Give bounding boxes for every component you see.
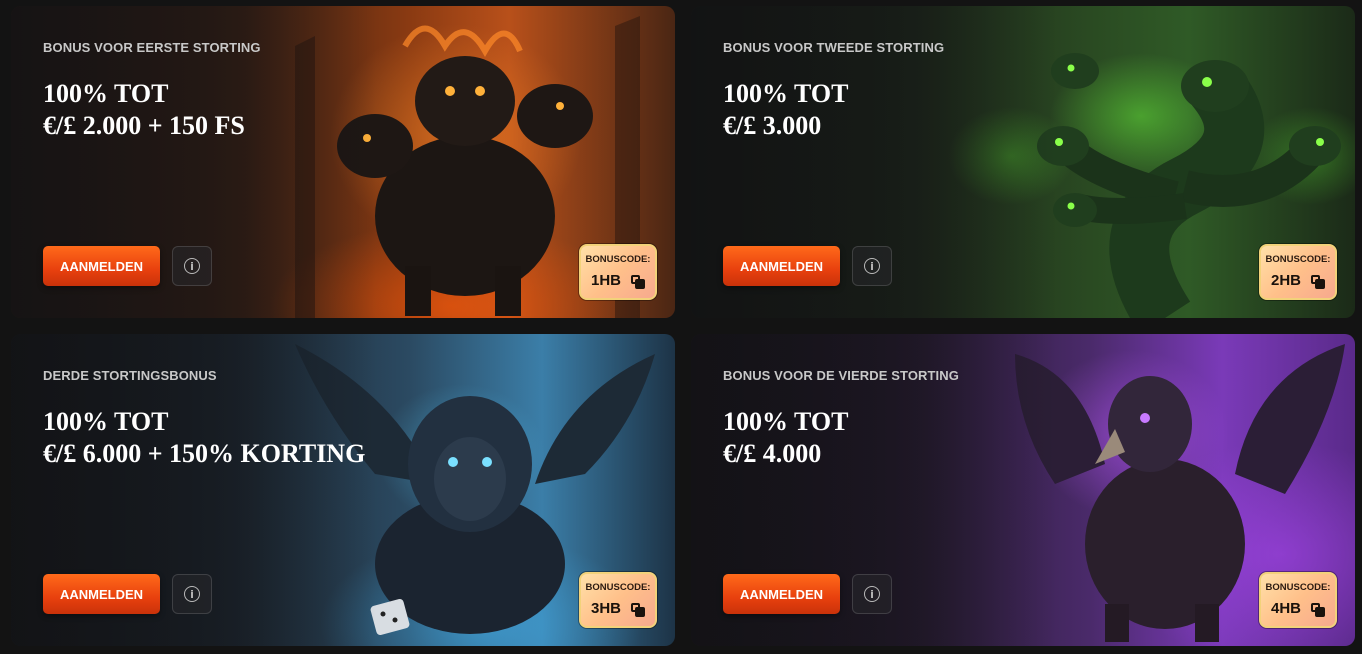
bonus-code-badge[interactable]: BONUSCODE: 3HB <box>579 572 657 628</box>
bonus-code-badge[interactable]: BONUSCODE: 4HB <box>1259 572 1337 628</box>
card-headline: 100% TOT €/£ 2.000 + 150 FS <box>43 78 245 142</box>
bonus-code-badge[interactable]: BONUSCODE: 1HB <box>579 244 657 300</box>
headline-line-1: 100% TOT <box>43 407 169 436</box>
bonus-card-second-deposit: BONUS VOOR TWEEDE STORTING 100% TOT €/£ … <box>691 6 1355 318</box>
card-headline: 100% TOT €/£ 4.000 <box>723 406 848 470</box>
headline-line-1: 100% TOT <box>723 79 849 108</box>
headline-line-2: €/£ 2.000 + 150 FS <box>43 111 245 140</box>
info-button[interactable]: i <box>172 574 212 614</box>
info-icon: i <box>864 586 880 602</box>
info-icon: i <box>184 258 200 274</box>
bonus-card-third-deposit: DERDE STORTINGSBONUS 100% TOT €/£ 6.000 … <box>11 334 675 646</box>
card-headline: 100% TOT €/£ 6.000 + 150% KORTING <box>43 406 365 470</box>
bonus-card-fourth-deposit: BONUS VOOR DE VIERDE STORTING 100% TOT €… <box>691 334 1355 646</box>
copy-icon[interactable] <box>1311 603 1325 617</box>
bonus-code-label: BONUSCODE: <box>585 582 651 593</box>
card-subtitle: BONUS VOOR DE VIERDE STORTING <box>723 368 959 383</box>
bonus-code-value: 2HB <box>1271 272 1302 289</box>
copy-icon[interactable] <box>1311 275 1325 289</box>
copy-icon[interactable] <box>631 603 645 617</box>
bonus-code-label: BONUSCODE: <box>1265 254 1331 265</box>
bonus-code-value: 4HB <box>1271 600 1302 617</box>
info-button[interactable]: i <box>172 246 212 286</box>
signup-button[interactable]: AANMELDEN <box>723 574 840 614</box>
bonus-code-label: BONUSCODE: <box>1265 582 1331 593</box>
signup-button[interactable]: AANMELDEN <box>43 574 160 614</box>
bonus-code-label: BONUSCODE: <box>585 254 651 265</box>
signup-button[interactable]: AANMELDEN <box>43 246 160 286</box>
info-button[interactable]: i <box>852 574 892 614</box>
info-icon: i <box>184 586 200 602</box>
card-subtitle: BONUS VOOR EERSTE STORTING <box>43 40 261 55</box>
headline-line-2: €/£ 4.000 <box>723 439 822 468</box>
headline-line-2: €/£ 6.000 + 150% KORTING <box>43 439 366 468</box>
headline-line-1: 100% TOT <box>43 79 169 108</box>
info-button[interactable]: i <box>852 246 892 286</box>
bonus-card-first-deposit: BONUS VOOR EERSTE STORTING 100% TOT €/£ … <box>11 6 675 318</box>
headline-line-1: 100% TOT <box>723 407 849 436</box>
bonus-code-value: 3HB <box>591 600 622 617</box>
card-headline: 100% TOT €/£ 3.000 <box>723 78 848 142</box>
copy-icon[interactable] <box>631 275 645 289</box>
bonus-code-value: 1HB <box>591 272 622 289</box>
info-icon: i <box>864 258 880 274</box>
headline-line-2: €/£ 3.000 <box>723 111 822 140</box>
card-subtitle: DERDE STORTINGSBONUS <box>43 368 217 383</box>
signup-button[interactable]: AANMELDEN <box>723 246 840 286</box>
card-subtitle: BONUS VOOR TWEEDE STORTING <box>723 40 945 55</box>
bonus-code-badge[interactable]: BONUSCODE: 2HB <box>1259 244 1337 300</box>
